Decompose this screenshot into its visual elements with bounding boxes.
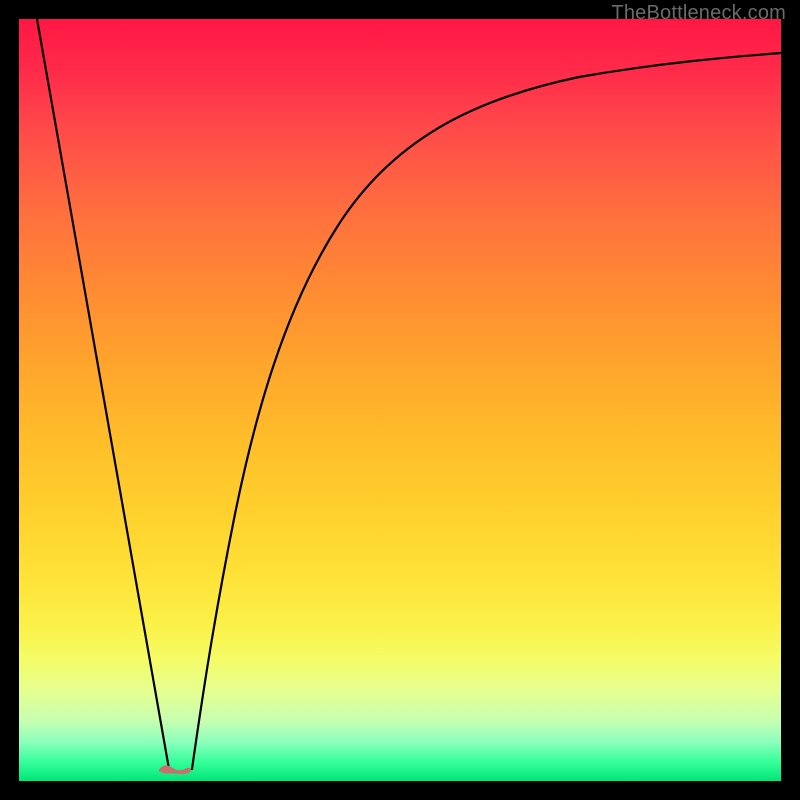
chart-curves-svg bbox=[19, 19, 781, 781]
curve-right-ascent bbox=[192, 53, 781, 769]
optimal-marker bbox=[155, 757, 195, 777]
watermark-label: TheBottleneck.com bbox=[611, 2, 786, 25]
curve-left-descent bbox=[37, 19, 169, 769]
chart-plot-area bbox=[19, 19, 781, 781]
